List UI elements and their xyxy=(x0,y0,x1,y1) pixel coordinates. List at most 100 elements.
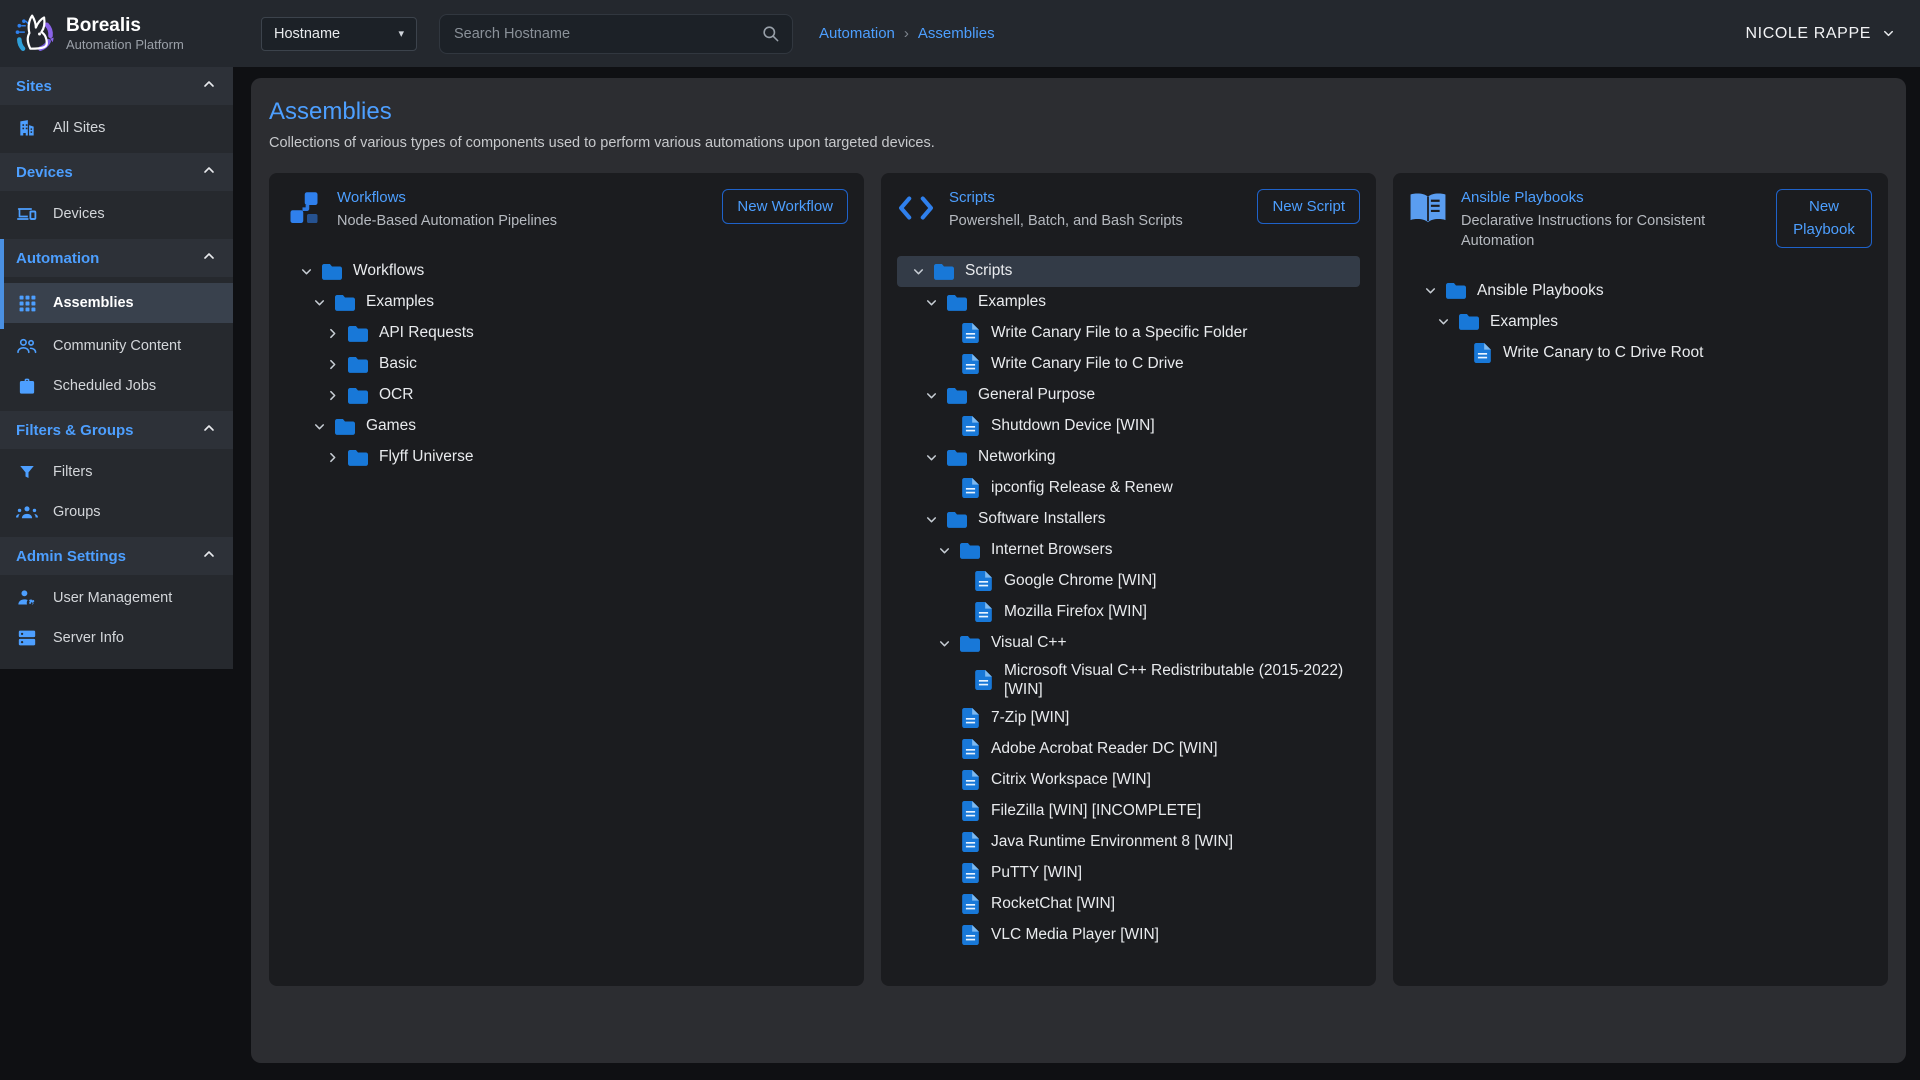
chevron-right-icon[interactable] xyxy=(325,358,339,371)
sidebar-section-header-filters-groups[interactable]: Filters & Groups xyxy=(0,411,233,449)
chevron-up-icon xyxy=(201,420,217,440)
building-icon xyxy=(16,117,38,139)
tree-item-workflows[interactable]: Workflows xyxy=(285,256,848,287)
tree-item-label: Google Chrome [WIN] xyxy=(1004,569,1156,593)
card-header-text: ScriptsPowershell, Batch, and Bash Scrip… xyxy=(949,189,1183,232)
chevron-down-icon[interactable] xyxy=(924,296,938,309)
file-icon xyxy=(960,708,980,728)
tree-item-ocr[interactable]: OCR xyxy=(285,380,848,411)
tree-item-networking[interactable]: Networking xyxy=(897,442,1360,473)
tree-item-label: Examples xyxy=(1490,310,1558,334)
tree-item-putty-win[interactable]: PuTTY [WIN] xyxy=(897,857,1360,888)
tree-item-label: Visual C++ xyxy=(991,631,1067,655)
tree-item-visual-c[interactable]: Visual C++ xyxy=(897,628,1360,659)
tree-item-ipconfig-release-renew[interactable]: ipconfig Release & Renew xyxy=(897,473,1360,504)
tree-item-basic[interactable]: Basic xyxy=(285,349,848,380)
tree-item-citrix-workspace-win[interactable]: Citrix Workspace [WIN] xyxy=(897,764,1360,795)
tree-item-mozilla-firefox-win[interactable]: Mozilla Firefox [WIN] xyxy=(897,597,1360,628)
tree-item-examples[interactable]: Examples xyxy=(897,287,1360,318)
search-box[interactable] xyxy=(439,14,793,54)
new-script-button[interactable]: New Script xyxy=(1257,189,1360,224)
sidebar-section-header-devices[interactable]: Devices xyxy=(0,153,233,191)
sidebar-item-assemblies[interactable]: Assemblies xyxy=(0,283,233,323)
tree-item-google-chrome-win[interactable]: Google Chrome [WIN] xyxy=(897,566,1360,597)
sidebar-section-header-admin-settings[interactable]: Admin Settings xyxy=(0,537,233,575)
tree-item-label: Shutdown Device [WIN] xyxy=(991,414,1155,438)
chevron-down-icon[interactable] xyxy=(312,420,326,433)
server-icon xyxy=(16,627,38,649)
tree-item-java-runtime-environment-8-win[interactable]: Java Runtime Environment 8 [WIN] xyxy=(897,826,1360,857)
sidebar-item-devices[interactable]: Devices xyxy=(0,197,233,231)
sidebar-item-user-management[interactable]: User Management xyxy=(0,581,233,615)
search-input[interactable] xyxy=(452,25,761,43)
sidebar-item-scheduled-jobs[interactable]: Scheduled Jobs xyxy=(0,369,233,403)
brand-text: Borealis Automation Platform xyxy=(66,15,184,52)
chevron-down-icon[interactable] xyxy=(299,265,313,278)
tree-item-label: Write Canary File to C Drive xyxy=(991,352,1184,376)
tree-item-label: Ansible Playbooks xyxy=(1477,279,1604,303)
folder-icon xyxy=(947,294,967,311)
sidebar-section-sites: Sites All Sites xyxy=(0,67,233,145)
tree-item-write-canary-file-to-a-specific-folder[interactable]: Write Canary File to a Specific Folder xyxy=(897,318,1360,349)
chevron-down-icon[interactable] xyxy=(937,544,951,557)
sidebar-item-filters[interactable]: Filters xyxy=(0,455,233,489)
sidebar-section-label: Admin Settings xyxy=(16,548,126,565)
chevron-down-icon[interactable] xyxy=(924,513,938,526)
tree-item-shutdown-device-win[interactable]: Shutdown Device [WIN] xyxy=(897,411,1360,442)
tree-item-label: General Purpose xyxy=(978,383,1095,407)
chevron-down-icon[interactable] xyxy=(924,451,938,464)
breadcrumb-assemblies[interactable]: Assemblies xyxy=(918,25,995,42)
tree-item-games[interactable]: Games xyxy=(285,411,848,442)
tree-item-7-zip-win[interactable]: 7-Zip [WIN] xyxy=(897,702,1360,733)
file-icon xyxy=(960,323,980,343)
grid-icon xyxy=(16,292,38,314)
tree-item-general-purpose[interactable]: General Purpose xyxy=(897,380,1360,411)
sidebar-item-all-sites[interactable]: All Sites xyxy=(0,111,233,145)
sidebar-item-community-content[interactable]: Community Content xyxy=(0,329,233,363)
page-title: Assemblies xyxy=(269,98,1888,126)
tree-item-label: Adobe Acrobat Reader DC [WIN] xyxy=(991,737,1218,761)
chevron-down-icon[interactable] xyxy=(937,637,951,650)
tree-item-flyff-universe[interactable]: Flyff Universe xyxy=(285,442,848,473)
chevron-down-icon[interactable] xyxy=(312,296,326,309)
sidebar-section-header-automation[interactable]: Automation xyxy=(0,239,233,277)
hostname-select[interactable]: Hostname ▾ xyxy=(261,17,417,51)
tree-item-api-requests[interactable]: API Requests xyxy=(285,318,848,349)
ansible-playbooks-card: Ansible PlaybooksDeclarative Instruction… xyxy=(1393,173,1888,986)
tree-item-internet-browsers[interactable]: Internet Browsers xyxy=(897,535,1360,566)
sidebar-item-label: Server Info xyxy=(53,630,124,646)
breadcrumb-automation[interactable]: Automation xyxy=(819,25,895,42)
sidebar-item-server-info[interactable]: Server Info xyxy=(0,621,233,655)
tree-item-write-canary-file-to-c-drive[interactable]: Write Canary File to C Drive xyxy=(897,349,1360,380)
folder-icon xyxy=(348,387,368,404)
tree-item-scripts[interactable]: Scripts xyxy=(897,256,1360,287)
chevron-down-icon[interactable] xyxy=(911,265,925,278)
tree-item-adobe-acrobat-reader-dc-win[interactable]: Adobe Acrobat Reader DC [WIN] xyxy=(897,733,1360,764)
tree-item-label: Write Canary to C Drive Root xyxy=(1503,341,1703,365)
tree-item-write-canary-to-c-drive-root[interactable]: Write Canary to C Drive Root xyxy=(1409,337,1872,368)
tree-item-label: Basic xyxy=(379,352,417,376)
chevron-right-icon[interactable] xyxy=(325,451,339,464)
tree-item-examples[interactable]: Examples xyxy=(1409,306,1872,337)
sidebar-section-header-sites[interactable]: Sites xyxy=(0,67,233,105)
user-menu[interactable]: NICOLE RAPPE xyxy=(1746,25,1896,43)
tree-item-microsoft-visual-c-redistributable-2015-2022-win[interactable]: Microsoft Visual C++ Redistributable (20… xyxy=(897,659,1360,703)
chevron-right-icon[interactable] xyxy=(325,389,339,402)
tree-item-software-installers[interactable]: Software Installers xyxy=(897,504,1360,535)
tree-item-examples[interactable]: Examples xyxy=(285,287,848,318)
chevron-down-icon[interactable] xyxy=(924,389,938,402)
caret-down-icon: ▾ xyxy=(398,27,404,40)
tree-item-label: Flyff Universe xyxy=(379,445,473,469)
tree-item-ansible-playbooks[interactable]: Ansible Playbooks xyxy=(1409,275,1872,306)
tree-item-rocketchat-win[interactable]: RocketChat [WIN] xyxy=(897,888,1360,919)
tree-item-filezilla-win-incomplete[interactable]: FileZilla [WIN] [INCOMPLETE] xyxy=(897,795,1360,826)
chevron-right-icon[interactable] xyxy=(325,327,339,340)
new-playbook-button[interactable]: New Playbook xyxy=(1776,189,1872,248)
new-workflow-button[interactable]: New Workflow xyxy=(722,189,848,224)
tree-item-label: Citrix Workspace [WIN] xyxy=(991,768,1151,792)
top-bar: Borealis Automation Platform Hostname ▾ … xyxy=(0,0,1920,67)
tree-item-vlc-media-player-win[interactable]: VLC Media Player [WIN] xyxy=(897,919,1360,950)
chevron-down-icon[interactable] xyxy=(1436,315,1450,328)
sidebar-item-groups[interactable]: Groups xyxy=(0,495,233,529)
chevron-down-icon[interactable] xyxy=(1423,284,1437,297)
